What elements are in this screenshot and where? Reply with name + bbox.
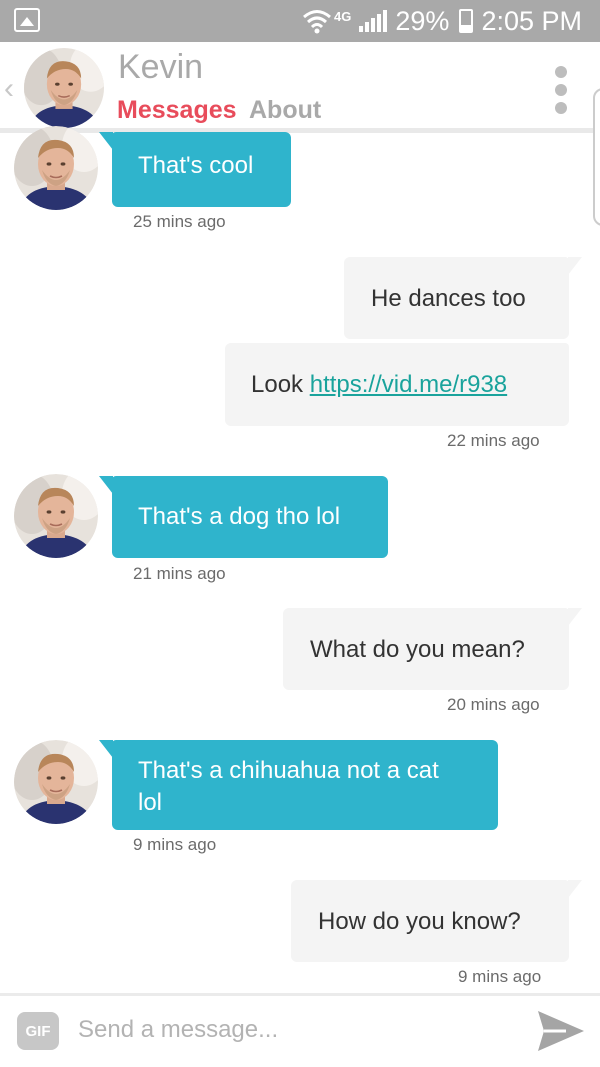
message-timestamp: 20 mins ago <box>447 695 540 714</box>
message-bubble-outgoing: He dances too <box>344 257 582 339</box>
message-text: What do you mean? <box>310 636 525 663</box>
message-timestamp: 22 mins ago <box>447 431 540 450</box>
message-text: That's a dog tho lol <box>138 503 341 530</box>
wifi-icon <box>303 10 332 34</box>
message-link[interactable]: https://vid.me/r938 <box>310 371 507 398</box>
message-timestamp: 21 mins ago <box>133 564 226 583</box>
message-timestamp: 25 mins ago <box>133 212 226 231</box>
message-timestamp: 9 mins ago <box>458 967 542 986</box>
message-bubble-outgoing: What do you mean? <box>283 608 582 690</box>
avatar[interactable] <box>14 474 98 558</box>
message-bubble-outgoing: Look https://vid.me/r938 <box>225 343 569 426</box>
message-text-line: lol <box>138 789 163 816</box>
status-bar: 4G 29% 2:05 PM <box>0 0 600 42</box>
send-icon[interactable] <box>536 1008 586 1054</box>
message-input[interactable] <box>78 1008 508 1052</box>
message-bubble-incoming: That's a chihuahua not a cat lol <box>99 740 498 830</box>
battery-percent: 29% <box>395 5 450 36</box>
edge-panel-handle[interactable] <box>593 88 600 226</box>
message-timestamp: 9 mins ago <box>133 835 217 854</box>
network-type: 4G <box>334 8 352 24</box>
message-text: Look <box>251 371 304 398</box>
tab-messages[interactable]: Messages <box>117 96 237 125</box>
clock: 2:05 PM <box>481 5 582 36</box>
message-composer: GIF <box>0 996 600 1067</box>
tab-about[interactable]: About <box>249 96 321 125</box>
gallery-notification-icon <box>14 8 40 32</box>
signal-icon <box>359 10 388 32</box>
message-text: He dances too <box>371 285 526 312</box>
header-divider <box>0 128 600 133</box>
avatar[interactable] <box>14 126 98 210</box>
contact-name: Kevin <box>118 48 204 86</box>
avatar[interactable] <box>24 48 104 128</box>
avatar[interactable] <box>14 740 98 824</box>
message-bubble-incoming: That's cool <box>99 132 291 207</box>
chat-header: ‹ Kevin Messages About <box>0 42 600 134</box>
message-bubble-incoming: That's a dog tho lol <box>99 476 388 558</box>
chevron-left-icon[interactable]: ‹ <box>4 72 14 106</box>
gif-button[interactable]: GIF <box>17 1012 59 1050</box>
message-text: How do you know? <box>318 908 521 935</box>
message-text: That's cool <box>138 152 254 179</box>
message-bubble-outgoing: How do you know? <box>291 880 582 962</box>
battery-icon <box>459 9 474 33</box>
message-text-line: That's a chihuahua not a cat <box>138 757 439 784</box>
more-vertical-icon[interactable] <box>554 66 568 114</box>
